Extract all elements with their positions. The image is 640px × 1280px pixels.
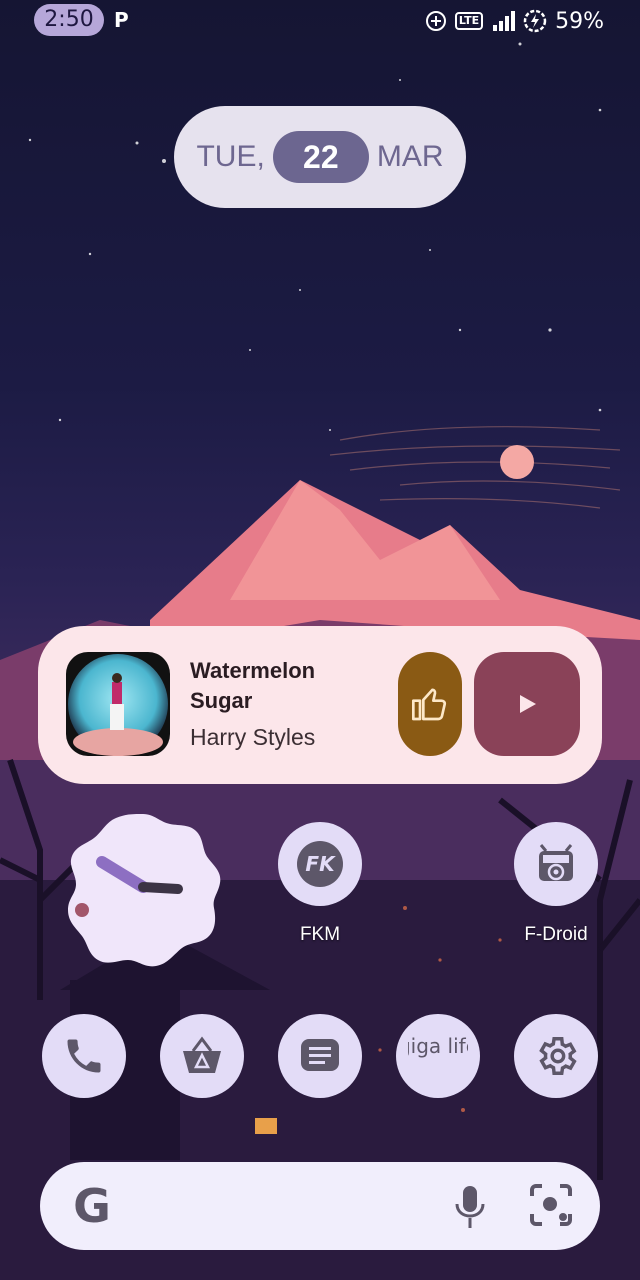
play-icon xyxy=(520,695,536,713)
phone-icon xyxy=(67,1039,101,1073)
date-widget[interactable]: TUE, 22 MAR xyxy=(174,106,466,208)
battery-percentage: 59% xyxy=(555,8,604,34)
album-art[interactable] xyxy=(66,652,170,756)
data-saver-icon xyxy=(425,11,446,31)
fkm-icon: FK xyxy=(297,841,343,887)
lte-icon: LTE xyxy=(454,12,484,30)
svg-text:G: G xyxy=(73,1180,111,1232)
fdroid-icon xyxy=(539,844,573,881)
date-weekday: TUE, xyxy=(196,140,265,173)
parking-notification-icon: P xyxy=(114,8,129,32)
media-player-widget[interactable]: Watermelon Sugar Harry Styles xyxy=(38,626,602,784)
date-month: MAR xyxy=(376,140,444,173)
date-day: 22 xyxy=(272,131,369,183)
play-button[interactable] xyxy=(474,652,580,756)
app-fkm[interactable]: FK FKM xyxy=(260,822,380,946)
google-search-bar[interactable]: G xyxy=(40,1162,600,1250)
signal-icon xyxy=(493,11,516,31)
mic-icon[interactable] xyxy=(450,1182,490,1232)
svg-text:giga life: giga life xyxy=(408,1034,468,1058)
app-store-icon xyxy=(183,1036,221,1073)
lens-icon[interactable] xyxy=(528,1182,574,1228)
dock-app-store[interactable] xyxy=(160,1014,244,1098)
thumbs-up-icon xyxy=(412,688,447,721)
dock-settings[interactable] xyxy=(514,1014,598,1098)
app-label-fkm: FKM xyxy=(299,924,341,945)
google-icon[interactable]: G xyxy=(66,1180,118,1232)
dock-messages[interactable] xyxy=(278,1014,362,1098)
song-artist: Harry Styles xyxy=(190,724,316,750)
dock-phone[interactable] xyxy=(42,1014,126,1098)
like-button[interactable] xyxy=(398,652,462,756)
settings-icon xyxy=(539,1037,577,1075)
analog-clock-widget[interactable] xyxy=(64,812,222,970)
app-label-fdroid: F-Droid xyxy=(524,924,588,945)
status-time[interactable]: 2:50 xyxy=(34,4,104,36)
dock-giga-life[interactable]: giga life xyxy=(396,1014,480,1098)
status-bar: 2:50 P LTE 59% xyxy=(0,0,640,44)
svg-text:FK: FK xyxy=(305,852,336,876)
battery-charging-icon xyxy=(523,9,547,33)
song-title: Watermelon Sugar xyxy=(190,658,316,713)
messages-icon xyxy=(301,1039,339,1071)
giga-life-icon: giga life xyxy=(408,1034,468,1058)
app-fdroid[interactable]: F-Droid xyxy=(496,822,616,946)
